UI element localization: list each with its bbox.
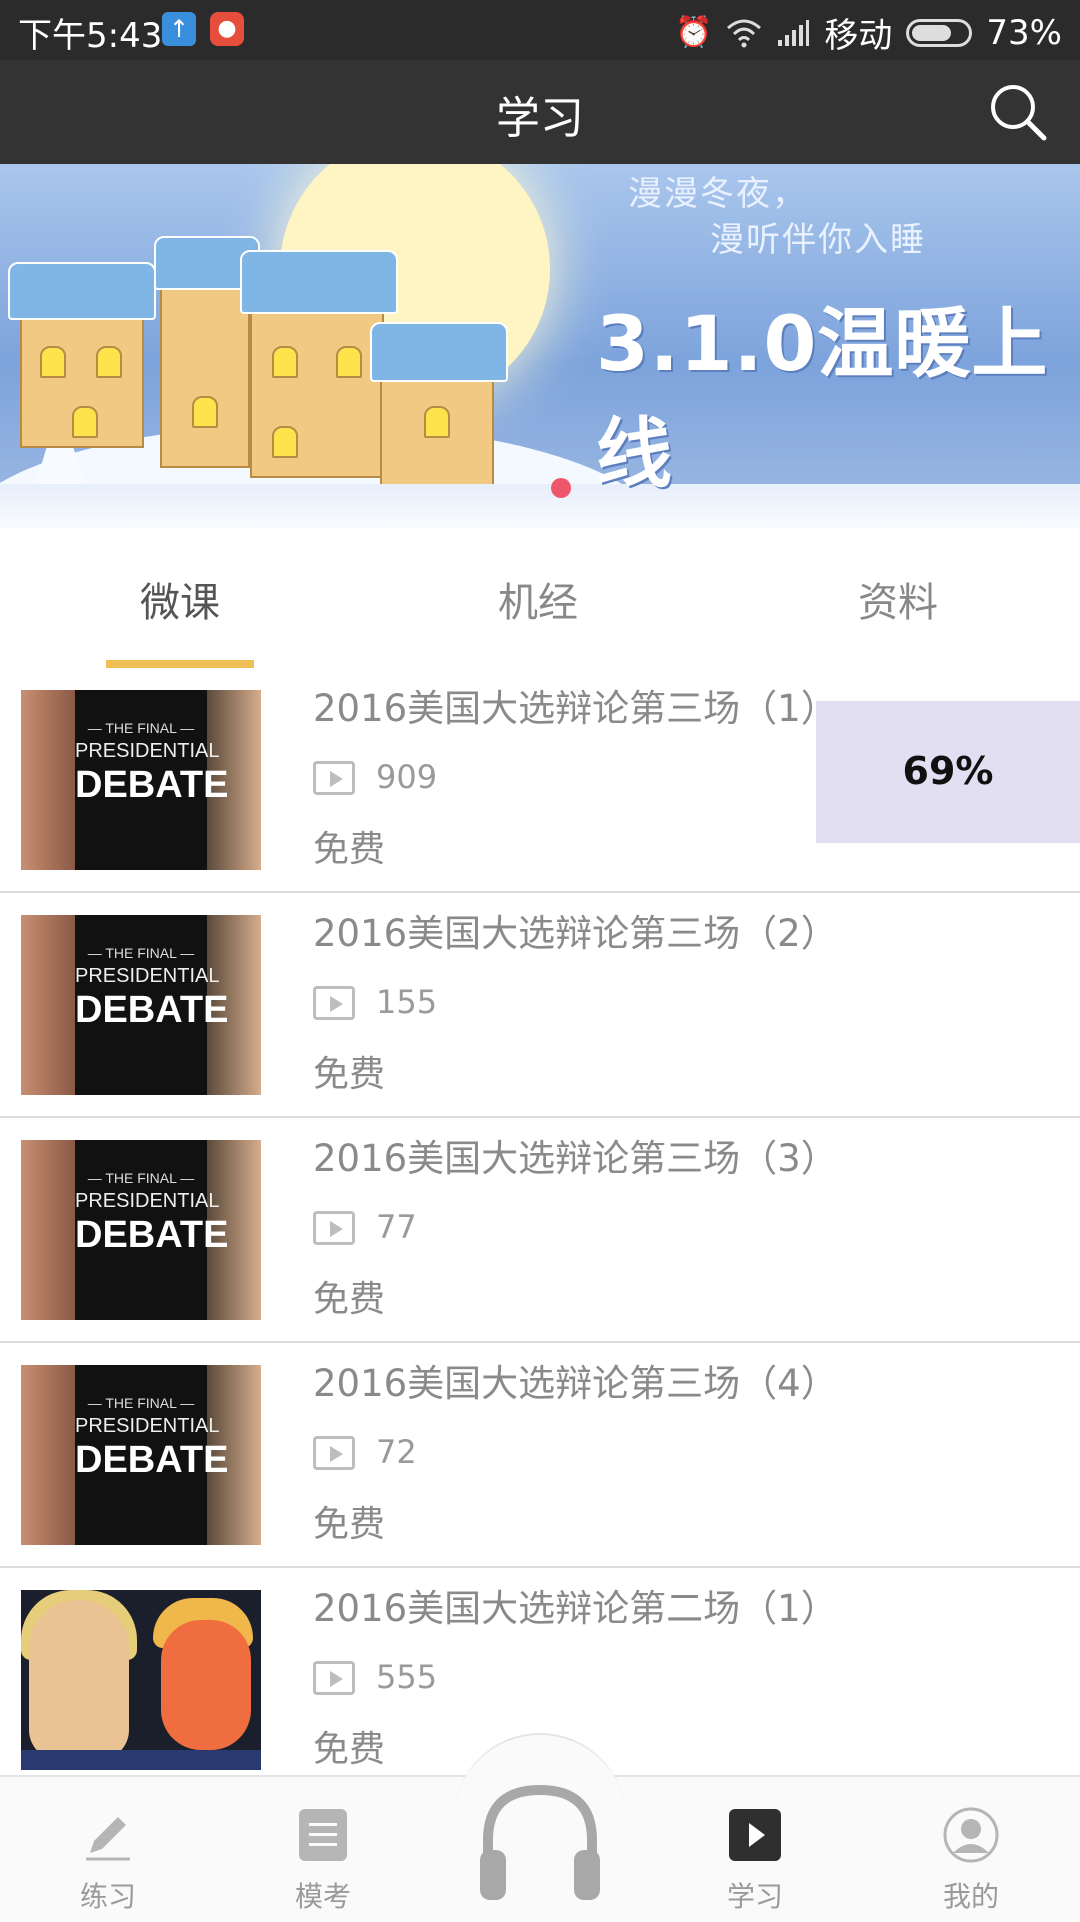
play-count-icon [313, 1661, 355, 1695]
thumbnail-text: DEBATE [75, 764, 229, 806]
thumbnail-text: PRESIDENTIAL [75, 740, 220, 762]
thumbnail-text: PRESIDENTIAL [75, 1190, 220, 1212]
nav-profile[interactable]: 我的 [886, 1777, 1056, 1922]
nav-label: 学习 [726, 1880, 783, 1913]
page-title: 学习 [496, 93, 584, 144]
banner-line1: 漫漫冬夜， [628, 174, 808, 214]
thumbnail-text: DEBATE [75, 1214, 229, 1256]
list-item[interactable]: — THE FINAL — PRESIDENTIAL DEBATE 2016美国… [0, 893, 1080, 1118]
play-icon [729, 1809, 781, 1861]
battery-percent: 73% [986, 12, 1062, 53]
banner-line2: 漫听伴你入睡 [710, 220, 926, 260]
thumbnail-text: DEBATE [75, 1439, 229, 1481]
thumbnail-text: — THE FINAL — [87, 1170, 195, 1186]
carousel-indicator-dot[interactable] [551, 478, 571, 498]
upload-notification-icon: ↑ [162, 12, 196, 46]
course-title: 2016美国大选辩论第三场（3） [313, 1137, 838, 1180]
play-count: 909 [376, 758, 438, 796]
course-price: 免费 [313, 1504, 386, 1545]
thumbnail-text: — THE FINAL — [87, 1395, 195, 1411]
app-bar: 学习 [0, 60, 1080, 164]
course-thumbnail: — THE FINAL — PRESIDENTIAL DEBATE [21, 690, 261, 870]
list-item[interactable]: — THE FINAL — PRESIDENTIAL DEBATE 2016美国… [0, 1118, 1080, 1343]
course-thumbnail: — THE FINAL — PRESIDENTIAL DEBATE [21, 1140, 261, 1320]
play-count-icon [313, 1436, 355, 1470]
thumbnail-text: PRESIDENTIAL [75, 965, 220, 987]
nav-practice[interactable]: 练习 [23, 1777, 193, 1922]
headphones-icon[interactable] [470, 1770, 610, 1910]
tab-materials[interactable]: 资料 [858, 570, 938, 628]
nav-label: 模考 [294, 1880, 351, 1913]
course-price: 免费 [313, 1279, 386, 1320]
play-count-icon [313, 986, 355, 1020]
course-price: 免费 [313, 829, 386, 870]
progress-overlay: 69% [816, 701, 1080, 843]
course-thumbnail: — THE FINAL — PRESIDENTIAL DEBATE [21, 1365, 261, 1545]
tab-micro-course[interactable]: 微课 [140, 570, 220, 628]
course-title: 2016美国大选辩论第二场（1） [313, 1587, 838, 1630]
document-icon [299, 1809, 347, 1861]
profile-icon [943, 1807, 999, 1863]
house-illustration [240, 250, 398, 478]
nav-study[interactable]: 学习 [670, 1777, 840, 1922]
banner-headline: 3.1.0温暖上线 [596, 299, 1049, 498]
play-count-icon [313, 761, 355, 795]
course-thumbnail: — THE FINAL — PRESIDENTIAL DEBATE [21, 915, 261, 1095]
nav-label: 我的 [942, 1880, 999, 1913]
course-price: 免费 [313, 1054, 386, 1095]
thumbnail-text: DEBATE [75, 989, 229, 1031]
nav-mock-exam[interactable]: 模考 [238, 1777, 408, 1922]
course-title: 2016美国大选辩论第三场（2） [313, 912, 838, 955]
thumbnail-text: PRESIDENTIAL [75, 1415, 220, 1437]
thumbnail-text: — THE FINAL — [87, 720, 195, 736]
list-item[interactable]: — THE FINAL — PRESIDENTIAL DEBATE 2016美国… [0, 1343, 1080, 1568]
play-count-icon [313, 1211, 355, 1245]
course-price: 免费 [313, 1729, 386, 1770]
progress-percent: 69% [902, 749, 994, 793]
category-tabs: 微课 机经 资料 [0, 528, 1080, 670]
app-notification-icon: ● [210, 12, 244, 46]
play-count: 77 [376, 1208, 417, 1246]
status-bar: 下午5:43 ↑ ● ⏰ 移动 73% [0, 0, 1080, 60]
promo-banner[interactable]: 漫漫冬夜， 漫听伴你入睡 3.1.0温暖上线 [0, 164, 1080, 528]
nav-label: 练习 [79, 1880, 136, 1913]
play-count: 555 [376, 1658, 438, 1696]
course-title: 2016美国大选辩论第三场（1） [313, 687, 838, 730]
status-indicators: ⏰ 移动 73% [675, 8, 1062, 57]
pencil-icon [86, 1817, 130, 1861]
course-thumbnail [21, 1590, 261, 1770]
alarm-icon: ⏰ [675, 15, 713, 50]
active-tab-indicator [106, 660, 254, 668]
house-illustration [154, 236, 260, 468]
wifi-icon [727, 19, 762, 47]
status-time: 下午5:43 [18, 16, 163, 56]
play-count: 72 [376, 1433, 417, 1471]
play-count: 155 [376, 983, 438, 1021]
battery-icon [906, 18, 973, 47]
house-illustration [8, 262, 156, 448]
signal-icon [778, 19, 810, 46]
tab-exam-questions[interactable]: 机经 [498, 570, 578, 628]
search-icon[interactable] [986, 80, 1050, 144]
battery-level [912, 24, 952, 41]
course-title: 2016美国大选辩论第三场（4） [313, 1362, 838, 1405]
thumbnail-text: — THE FINAL — [87, 945, 195, 961]
carrier-name: 移动 [824, 16, 893, 56]
